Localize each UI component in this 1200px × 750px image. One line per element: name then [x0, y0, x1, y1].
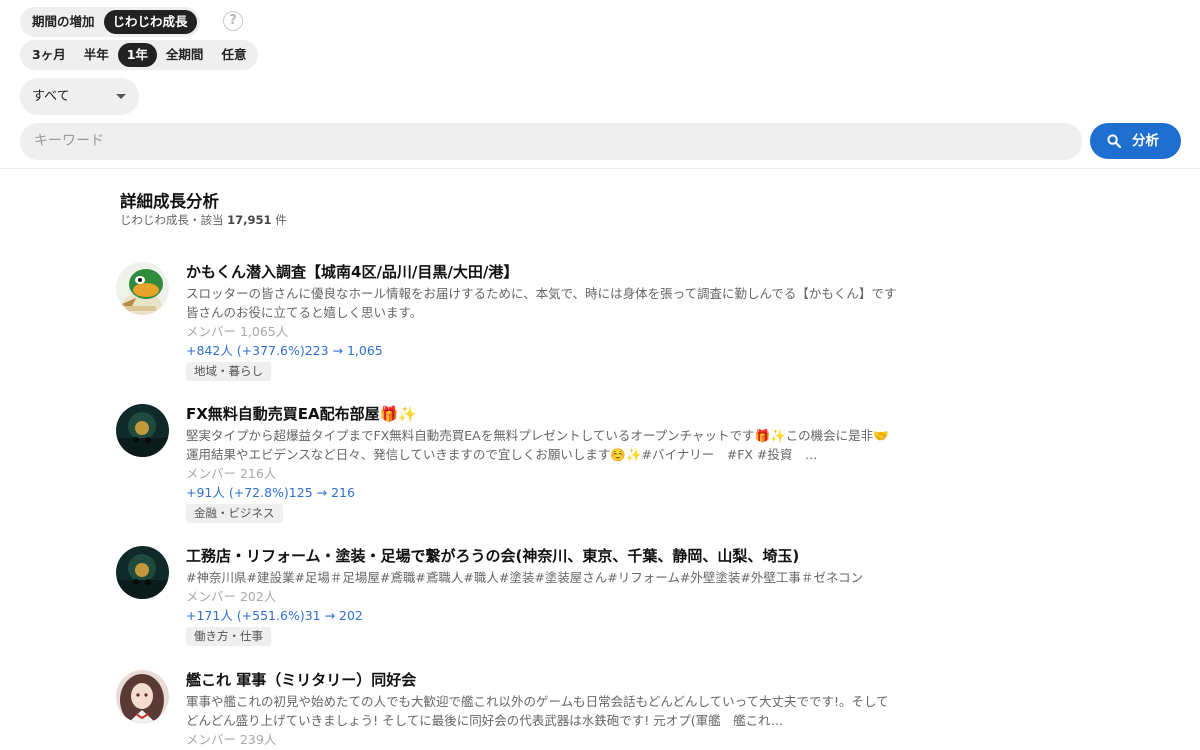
section-title: 詳細成長分析: [120, 192, 219, 211]
tab-1-year[interactable]: 1年: [117, 43, 157, 67]
item-description: スロッターの皆さんに優良なホール情報をお届けするために、本気で、時には身体を張っ…: [186, 286, 897, 320]
night-scene-avatar: [116, 546, 169, 599]
item-members: メンバー 216人: [186, 466, 277, 481]
anime-girl-avatar: [116, 670, 169, 723]
item-growth: +91人 (+72.8%)125 → 216: [186, 485, 355, 500]
divider: [0, 168, 1200, 169]
item-description: #神奈川県#建設業#足場＃足場屋#鳶職#鳶職人#職人#塗装#塗装屋さん#リフォー…: [186, 570, 864, 585]
tab-custom[interactable]: 任意: [212, 43, 255, 67]
item-growth: +842人 (+377.6%)223 → 1,065: [186, 343, 383, 358]
item-title: 艦これ 軍事（ミリタリー）同好会: [186, 671, 417, 689]
results-count: 17,951: [227, 213, 272, 227]
duck-avatar: [116, 262, 169, 315]
category-select-value: すべて: [32, 89, 70, 104]
growth-mode-tabs: 期間の増加 じわじわ成長: [20, 7, 200, 37]
category-tag[interactable]: 地域・暮らし: [186, 362, 271, 381]
category-tag[interactable]: 金融・ビジネス: [186, 504, 283, 523]
item-description: 軍事や艦これの初見や始めたての人でも大歓迎で艦これ以外のゲームも日常会話もどんど…: [186, 694, 889, 728]
tab-gradual-growth[interactable]: じわじわ成長: [103, 10, 197, 34]
item-members: メンバー 202人: [186, 589, 277, 604]
results-summary: じわじわ成長・該当 17,951 件: [120, 212, 287, 228]
tab-period-increase[interactable]: 期間の増加: [23, 10, 104, 34]
item-growth: +171人 (+551.6%)31 → 202: [186, 608, 363, 623]
item-title: FX無料自動売買EA配布部屋🎁✨: [186, 405, 418, 423]
tab-all-time[interactable]: 全期間: [157, 43, 213, 67]
period-tabs: 3ヶ月 半年 1年 全期間 任意: [20, 40, 259, 70]
item-members: メンバー 239人: [186, 732, 277, 747]
category-tag[interactable]: 働き方・仕事: [186, 627, 271, 646]
analyze-button[interactable]: 分析: [1090, 123, 1181, 159]
tab-3-months[interactable]: 3ヶ月: [23, 43, 75, 67]
search-icon: [1107, 134, 1121, 148]
analyze-button-label: 分析: [1132, 133, 1159, 149]
category-select[interactable]: すべて: [20, 78, 139, 115]
results-filter-label: じわじわ成長・該当: [120, 213, 228, 227]
item-title: 工務店・リフォーム・塗装・足場で繋がろうの会(神奈川、東京、千葉、静岡、山梨、埼…: [186, 547, 800, 565]
help-icon[interactable]: ?: [223, 11, 243, 31]
search-input[interactable]: キーワード: [20, 123, 1082, 160]
item-members: メンバー 1,065人: [186, 324, 289, 339]
item-description: 堅実タイプから超爆益タイプまでFX無料自動売買EAを無料プレゼントしているオープ…: [186, 428, 889, 462]
night-scene-avatar: [116, 404, 169, 457]
item-title: かもくん潜入調査【城南4区/品川/目黒/大田/港】: [186, 263, 519, 281]
chevron-down-icon: [116, 94, 126, 99]
results-count-unit: 件: [271, 213, 287, 227]
tab-half-year[interactable]: 半年: [75, 43, 118, 67]
